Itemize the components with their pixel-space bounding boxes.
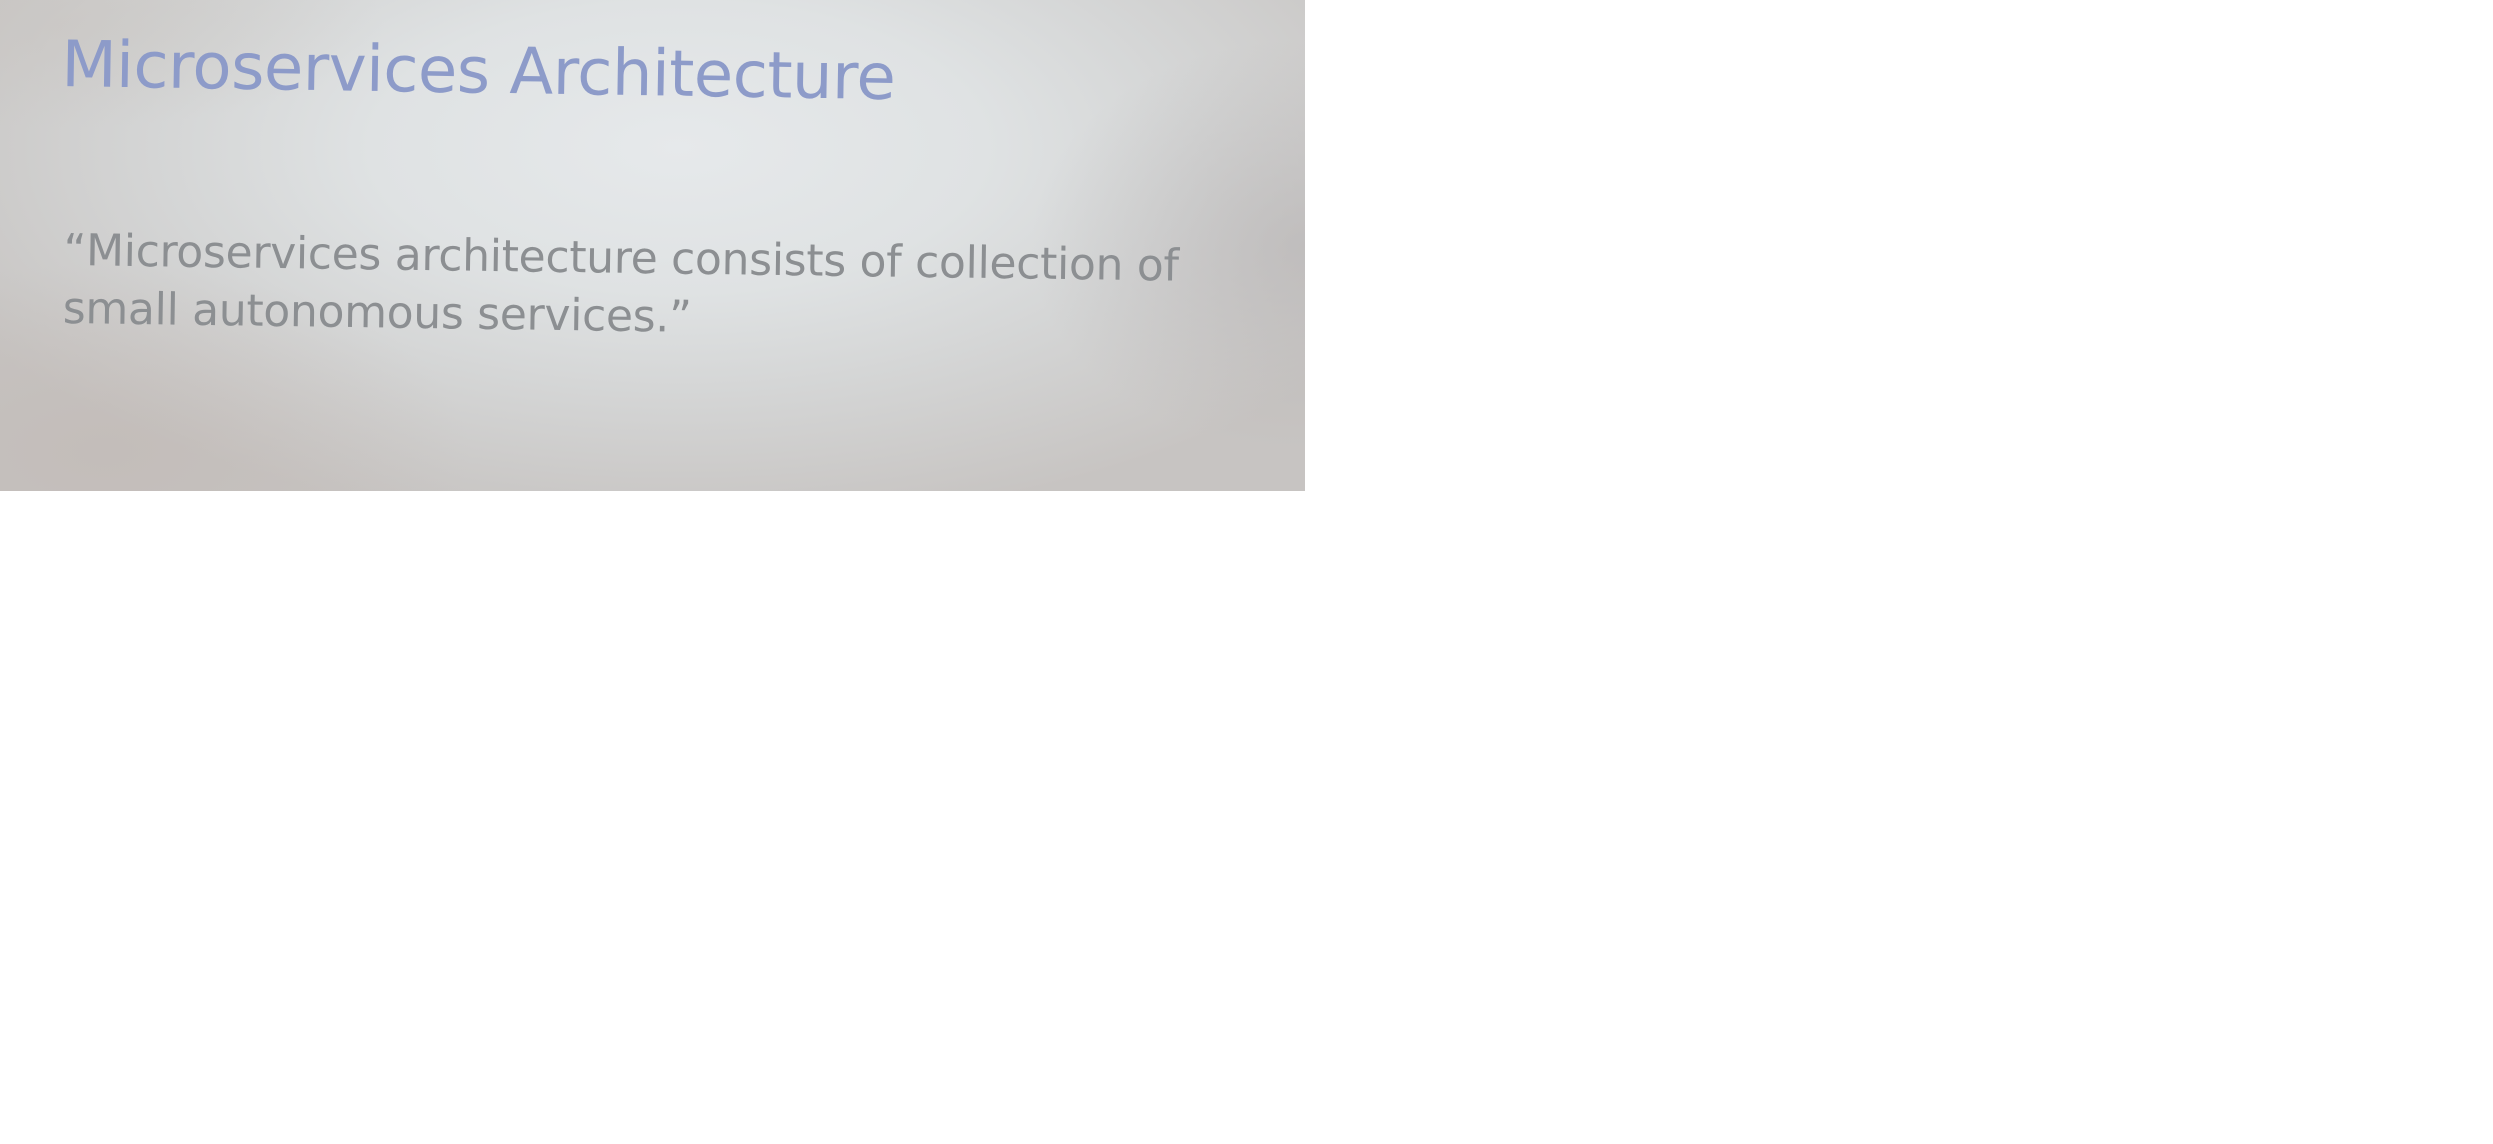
slide-photo: Microservices Architecture “Microservice… — [0, 0, 1305, 491]
slide-title: Microservices Architecture — [60, 28, 896, 116]
slide-quote: “Microservices architecture consists of … — [62, 222, 1244, 354]
